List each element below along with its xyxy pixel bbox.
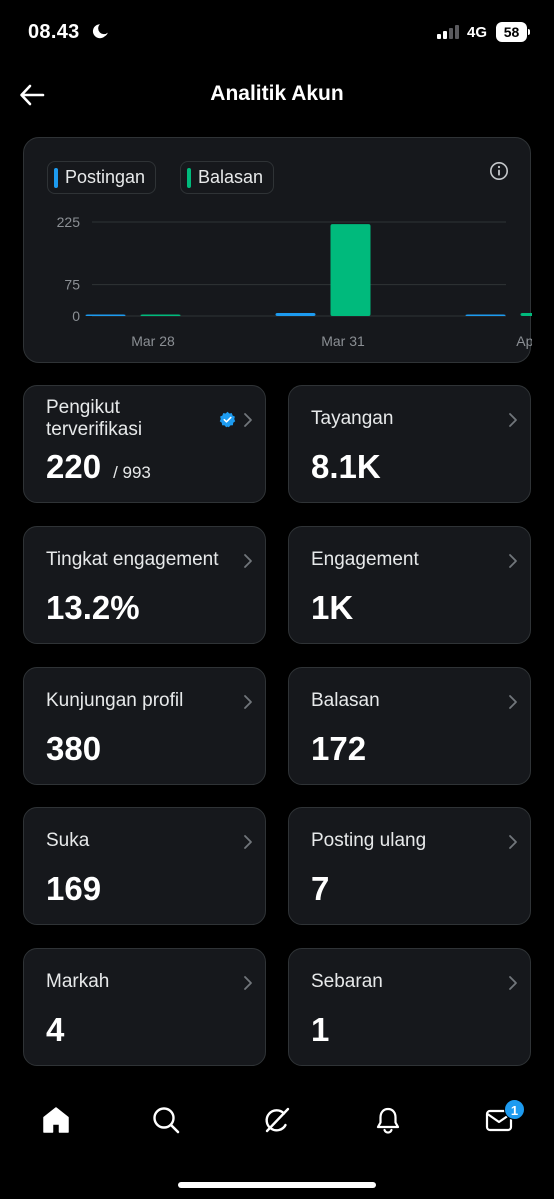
metric-value: 8.1K [311, 448, 381, 485]
metric-card-likes[interactable]: Suka 169 [23, 807, 266, 925]
metric-card-bookmarks[interactable]: Markah 4 [23, 948, 266, 1066]
metric-card-shares[interactable]: Sebaran 1 [288, 948, 531, 1066]
metric-value: 220 / 993 [46, 448, 151, 486]
metric-label: Tingkat engagement [46, 549, 219, 570]
status-time: 08.43 [28, 21, 80, 43]
status-bar: 08.43 4G 58 [0, 0, 554, 66]
metric-label: Tayangan [311, 408, 394, 429]
x-tick-label: Apr 1 [516, 333, 532, 349]
chevron-right-icon [244, 695, 252, 709]
metric-label: Markah [46, 971, 110, 992]
chevron-right-icon [509, 835, 517, 849]
y-tick-label: 225 [57, 214, 81, 230]
nav-search[interactable] [141, 1095, 191, 1145]
metric-value: 1K [311, 589, 354, 626]
y-tick-label: 0 [72, 308, 80, 324]
search-icon [153, 1107, 180, 1134]
metric-card-verified-followers[interactable]: Pengikut terverifikasi 220 / 993 [23, 385, 266, 503]
metric-label: Engagement [311, 549, 419, 570]
chevron-right-icon [509, 554, 517, 568]
chart-card: Postingan Balasan 225750Mar 28Mar 31Apr … [23, 137, 532, 363]
metric-card-engagement[interactable]: Engagement 1K [288, 526, 531, 644]
chevron-right-icon [244, 976, 252, 990]
metric-number: 220 [46, 448, 102, 485]
network-label: 4G [467, 24, 488, 41]
nav-notifications[interactable] [363, 1095, 413, 1145]
nav-home[interactable] [31, 1095, 81, 1145]
chevron-right-icon [244, 554, 252, 568]
bar-postingan [85, 314, 126, 316]
page-title: Analitik Akun [210, 82, 344, 105]
metric-label: Sebaran [311, 971, 383, 992]
signal-icon [437, 25, 459, 39]
nav-messages[interactable]: 1 [474, 1095, 525, 1145]
chevron-right-icon [244, 835, 252, 849]
metric-card-replies[interactable]: Balasan 172 [288, 667, 531, 785]
battery-icon: 58 [496, 22, 530, 42]
metric-label: Kunjungan profil [46, 690, 184, 711]
bar-balasan [140, 314, 181, 316]
chevron-right-icon [509, 976, 517, 990]
bar-postingan [275, 313, 316, 316]
x-tick-label: Mar 31 [321, 333, 365, 349]
metric-card-impressions[interactable]: Tayangan 8.1K [288, 385, 531, 503]
metric-value: 13.2% [46, 589, 140, 626]
header: Analitik Akun [0, 70, 554, 120]
metric-value: 172 [311, 730, 367, 767]
metric-total: / 993 [113, 463, 151, 482]
verified-badge-icon [219, 411, 236, 428]
nav-grok[interactable] [252, 1095, 302, 1145]
metric-label: Balasan [311, 690, 380, 711]
battery-level: 58 [503, 24, 520, 40]
bar-balasan [330, 224, 371, 316]
metric-value: 380 [46, 730, 102, 767]
y-tick-label: 75 [64, 277, 80, 293]
chevron-right-icon [509, 413, 517, 427]
metric-value: 1 [311, 1011, 330, 1048]
metric-card-reposts[interactable]: Posting ulang 7 [288, 807, 531, 925]
metric-value: 7 [311, 870, 330, 907]
notification-badge: 1 [504, 1099, 525, 1120]
bell-icon [376, 1107, 400, 1134]
grok-icon [265, 1107, 290, 1133]
home-icon [43, 1107, 69, 1133]
moon-icon [92, 24, 108, 39]
chevron-right-icon [244, 413, 252, 427]
bottom-nav: 1 [0, 1085, 554, 1155]
home-indicator [178, 1182, 376, 1188]
metric-card-profile-visits[interactable]: Kunjungan profil 380 [23, 667, 266, 785]
metric-value: 4 [46, 1011, 65, 1048]
bar-balasan [520, 313, 532, 316]
bar-postingan [465, 314, 506, 316]
x-tick-label: Mar 28 [131, 333, 175, 349]
metric-label: Suka [46, 830, 90, 851]
bar-chart: 225 75 0 Mar 28 Mar 31 Apr 1 [57, 214, 532, 349]
metric-card-engagement-rate[interactable]: Tingkat engagement 13.2% [23, 526, 266, 644]
metric-value: 169 [46, 870, 102, 907]
chevron-right-icon [509, 695, 517, 709]
metric-label: Posting ulang [311, 830, 427, 851]
metric-label: Pengikut terverifikasi [46, 397, 143, 440]
